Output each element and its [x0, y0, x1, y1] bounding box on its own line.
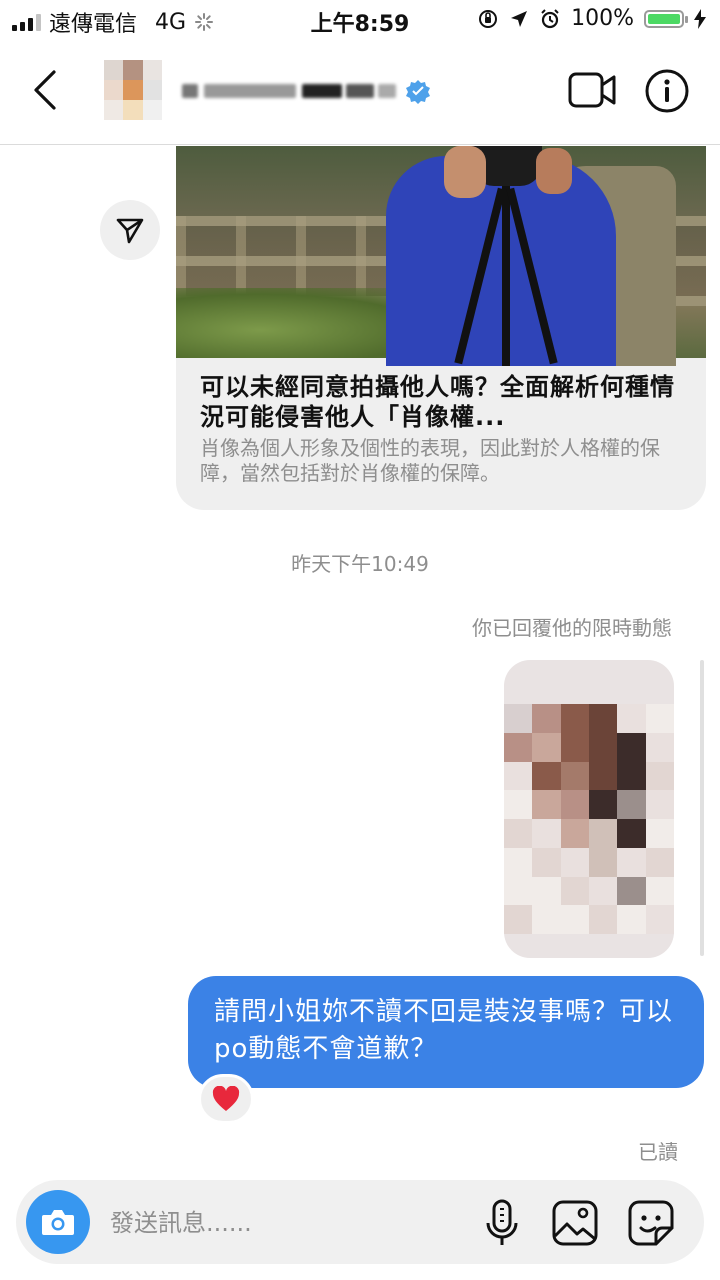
info-icon: [645, 69, 689, 113]
story-reply-note: 你已回覆他的限時動態: [472, 616, 672, 640]
chevron-left-icon: [34, 70, 56, 110]
sticker-icon: [628, 1200, 674, 1246]
paper-plane-icon: [116, 218, 144, 244]
message-input[interactable]: [108, 1200, 412, 1246]
read-receipt: 已讀: [638, 1140, 678, 1164]
sent-message-bubble[interactable]: 請問小姐妳不讀不回是裝沒事嗎？可以po動態不會道歉？: [188, 976, 704, 1088]
story-image-pixelated: [504, 704, 674, 934]
sticker-button[interactable]: [626, 1198, 676, 1248]
message-timestamp: 昨天下午10:49: [291, 552, 429, 576]
back-button[interactable]: [26, 68, 66, 112]
microphone-icon: [486, 1199, 518, 1245]
camera-icon: [42, 1210, 74, 1235]
charging-bolt-icon: [694, 8, 706, 29]
info-button[interactable]: [644, 68, 690, 114]
link-preview-image: [176, 146, 706, 366]
username-redacted[interactable]: [182, 78, 432, 104]
heart-icon: [212, 1086, 240, 1111]
scrollbar: [700, 660, 704, 956]
shared-link-card[interactable]: 可以未經同意拍攝他人嗎？全面解析何種情況可能侵害他人「肖像權... 肖像為個人形…: [176, 146, 706, 510]
message-composer: [16, 1180, 704, 1264]
status-right: 100%: [477, 6, 706, 31]
voice-message-button[interactable]: [480, 1198, 524, 1248]
story-thumbnail[interactable]: [504, 660, 674, 958]
status-bar: 遠傳電信 4G 上午8:59 100%: [0, 0, 720, 40]
avatar[interactable]: [104, 60, 162, 120]
link-title: 可以未經同意拍攝他人嗎？全面解析何種情況可能侵害他人「肖像權...: [200, 373, 675, 431]
battery-icon: [644, 9, 688, 28]
orientation-lock-icon: [479, 9, 498, 28]
share-button[interactable]: [100, 200, 160, 260]
location-arrow-icon: [511, 10, 528, 27]
video-call-button[interactable]: [568, 70, 618, 110]
camera-button[interactable]: [26, 1190, 90, 1254]
heart-reaction[interactable]: [198, 1074, 254, 1124]
link-description: 肖像為個人形象及個性的表現，因此對於人格權的保障，當然包括對於肖像權的保障。: [200, 436, 660, 485]
chat-header: [0, 40, 720, 145]
battery-percent: 100%: [571, 6, 634, 31]
gallery-icon: [552, 1200, 598, 1246]
video-camera-icon: [568, 72, 616, 108]
alarm-clock-icon: [541, 8, 559, 28]
gallery-button[interactable]: [550, 1198, 600, 1248]
verified-badge-icon: [406, 80, 430, 104]
